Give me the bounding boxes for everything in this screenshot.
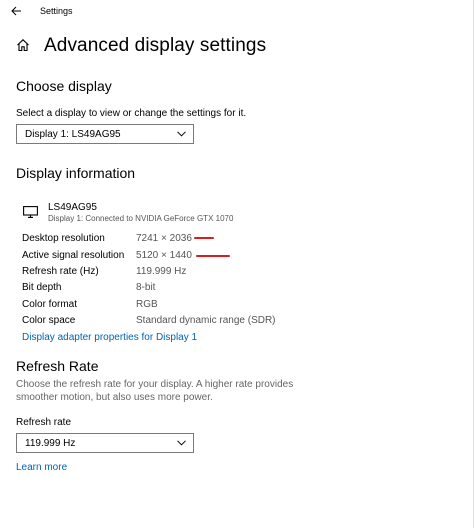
info-row-desktop-resolution: Desktop resolution 7241 × 2036 [22,233,322,247]
info-label: Active signal resolution [22,250,125,261]
refresh-rate-field-label: Refresh rate [16,417,72,428]
display-select[interactable]: Display 1: LS49AG95 [16,124,194,144]
page-title: Advanced display settings [44,35,267,56]
monitor-icon [23,206,38,218]
back-arrow-icon [10,6,21,16]
choose-display-help: Select a display to view or change the s… [16,108,247,119]
monitor-connection: Display 1: Connected to NVIDIA GeForce G… [48,214,234,223]
refresh-rate-select[interactable]: 119.999 Hz [16,433,194,453]
display-select-value: Display 1: LS49AG95 [25,128,121,140]
info-value: Standard dynamic range (SDR) [136,315,276,326]
info-label: Refresh rate (Hz) [22,266,99,277]
chevron-down-icon [177,131,186,137]
info-value: RGB [136,299,158,310]
chevron-down-icon [177,440,186,446]
info-label: Desktop resolution [22,233,105,244]
info-value: 5120 × 1440 [136,250,192,261]
app-title: Settings [40,6,73,16]
red-annotation-underline [194,237,214,239]
info-label: Color format [22,299,78,310]
back-button[interactable] [7,3,25,19]
info-value: 7241 × 2036 [136,233,192,244]
display-adapter-properties-link[interactable]: Display adapter properties for Display 1 [22,332,197,343]
refresh-rate-description: Choose the refresh rate for your display… [16,379,294,403]
display-information-heading: Display information [16,165,136,181]
learn-more-link[interactable]: Learn more [16,462,67,473]
refresh-rate-select-value: 119.999 Hz [25,437,76,449]
home-icon [17,39,29,52]
info-row-refresh-rate: Refresh rate (Hz) 119.999 Hz [22,266,322,280]
refresh-rate-heading: Refresh Rate [16,358,99,374]
title-bar: Settings [0,0,474,22]
settings-window: Settings Advanced display settings Choos… [0,0,474,528]
info-row-bit-depth: Bit depth 8-bit [22,282,322,296]
info-value: 8-bit [136,282,156,293]
info-value: 119.999 Hz [136,266,187,277]
info-row-color-format: Color format RGB [22,299,322,313]
info-label: Color space [22,315,76,326]
info-label: Bit depth [22,282,62,293]
choose-display-heading: Choose display [16,78,112,94]
info-row-active-signal-resolution: Active signal resolution 5120 × 1440 [22,250,322,264]
red-annotation-underline [196,255,230,257]
monitor-name: LS49AG95 [48,202,97,213]
info-row-color-space: Color space Standard dynamic range (SDR) [22,315,322,329]
